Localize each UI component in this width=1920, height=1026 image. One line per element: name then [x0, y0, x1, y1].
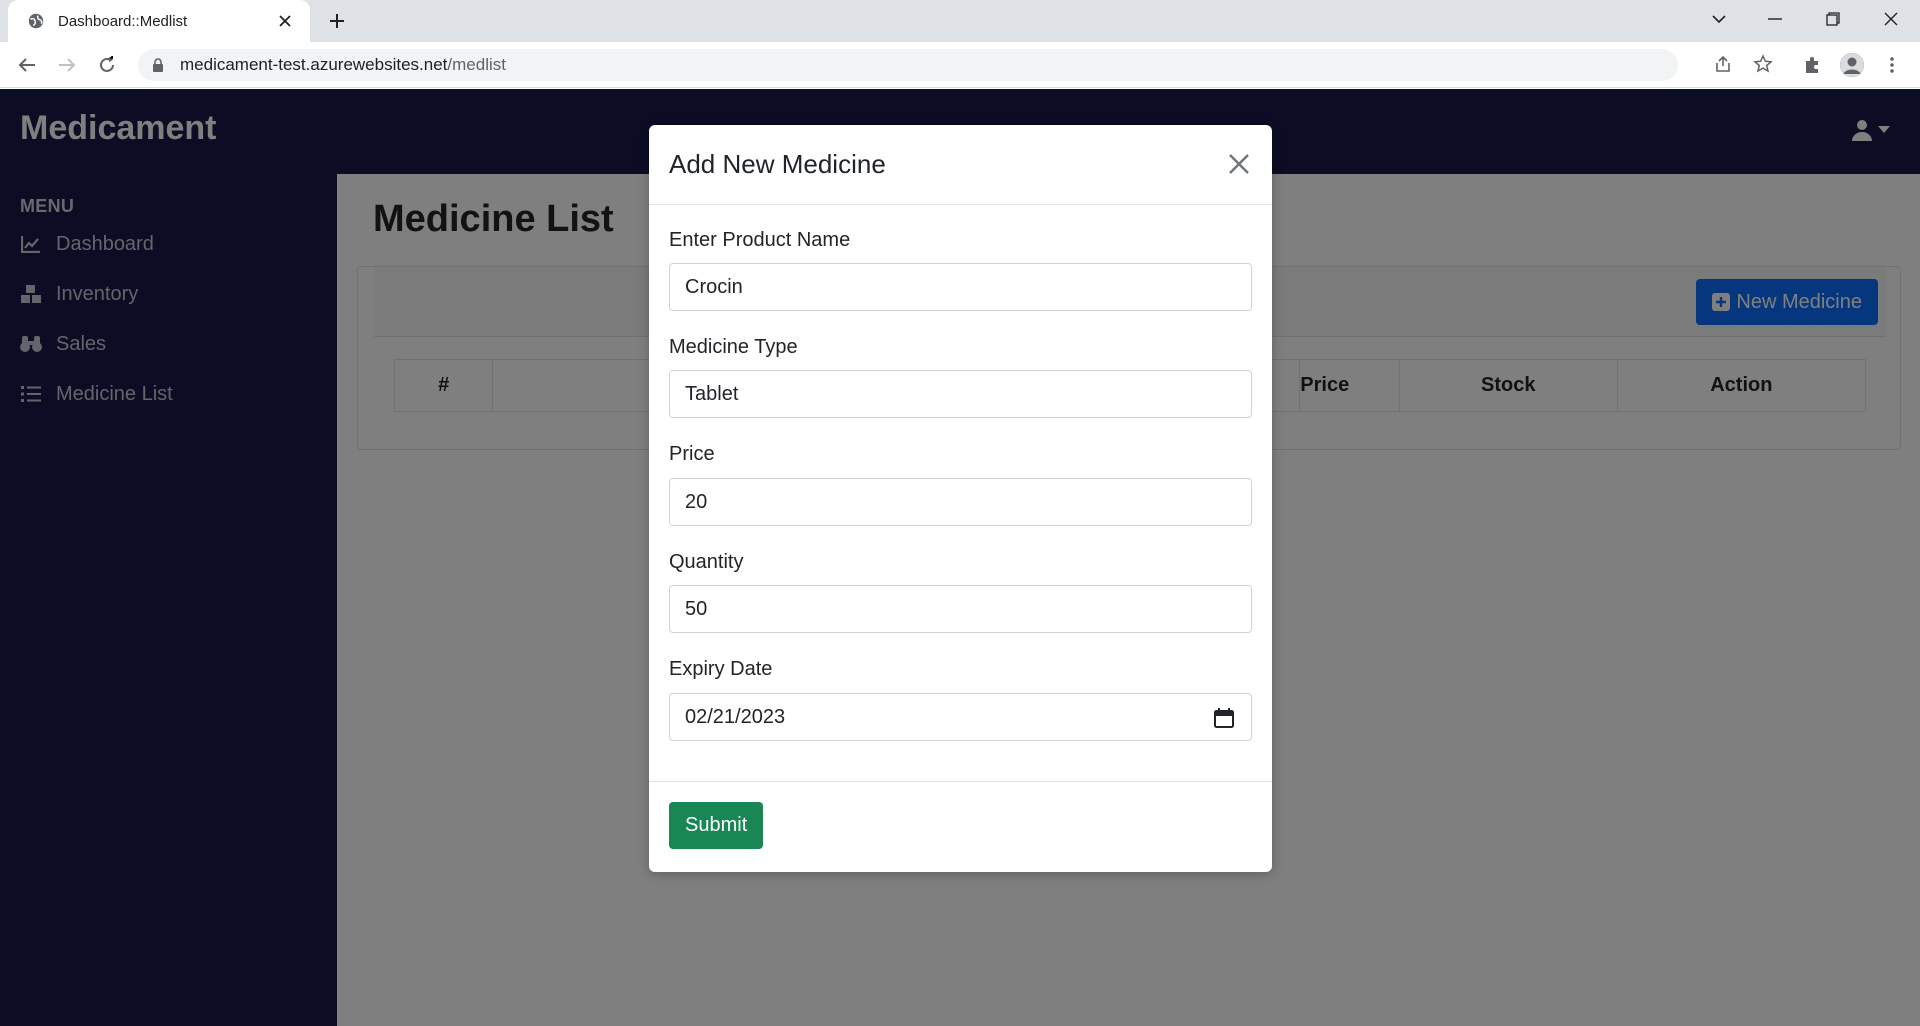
close-window-icon[interactable] — [1868, 4, 1914, 34]
address-bar[interactable]: medicament-test.azurewebsites.net/medlis… — [138, 49, 1678, 81]
modal-header: Add New Medicine — [649, 125, 1272, 205]
medicine-type-input[interactable]: Tablet — [669, 370, 1252, 418]
calendar-icon[interactable] — [1213, 707, 1235, 729]
minimize-icon[interactable] — [1752, 4, 1798, 34]
tab-search-chevron-icon[interactable] — [1696, 4, 1742, 34]
modal-title: Add New Medicine — [669, 149, 886, 179]
product-name-label: Enter Product Name — [669, 229, 851, 251]
back-arrow-icon[interactable] — [12, 50, 42, 80]
kebab-menu-icon[interactable] — [1877, 50, 1907, 80]
browser-tab-title: Dashboard::Medlist — [58, 12, 188, 30]
submit-button[interactable]: Submit — [669, 802, 764, 849]
browser-tabstrip: Dashboard::Medlist — [0, 0, 1920, 42]
new-tab-plus-icon[interactable] — [324, 8, 350, 34]
bookmark-star-icon[interactable] — [1748, 49, 1778, 79]
expiry-date-label: Expiry Date — [669, 658, 773, 680]
share-icon[interactable] — [1708, 49, 1738, 79]
add-medicine-modal: Add New Medicine Enter Product Name Croc… — [649, 125, 1272, 872]
medicine-type-label: Medicine Type — [669, 336, 798, 358]
quantity-label: Quantity — [669, 551, 744, 573]
restore-icon[interactable] — [1810, 4, 1856, 34]
url-text: medicament-test.azurewebsites.net/medlis… — [180, 55, 506, 74]
profile-avatar-icon[interactable] — [1837, 50, 1867, 80]
reload-icon[interactable] — [92, 50, 122, 80]
close-tab-icon[interactable] — [274, 10, 296, 32]
browser-toolbar: medicament-test.azurewebsites.net/medlis… — [0, 42, 1920, 88]
close-modal-icon[interactable] — [1224, 149, 1254, 179]
expiry-date-input[interactable]: 02/21/2023 — [669, 693, 1252, 741]
quantity-input[interactable]: 50 — [669, 585, 1252, 633]
modal-footer: Submit — [649, 781, 1272, 872]
forward-arrow-icon[interactable] — [52, 50, 82, 80]
web-page: Medicament MENU Dashboard Inventory Sale… — [0, 89, 1920, 1026]
globe-icon — [26, 11, 46, 31]
extensions-puzzle-icon[interactable] — [1797, 50, 1827, 80]
product-name-input[interactable]: Crocin — [669, 263, 1252, 311]
price-input[interactable]: 20 — [669, 478, 1252, 526]
price-label: Price — [669, 443, 715, 465]
lock-icon[interactable] — [150, 57, 166, 73]
browser-tab-active[interactable]: Dashboard::Medlist — [8, 0, 310, 42]
